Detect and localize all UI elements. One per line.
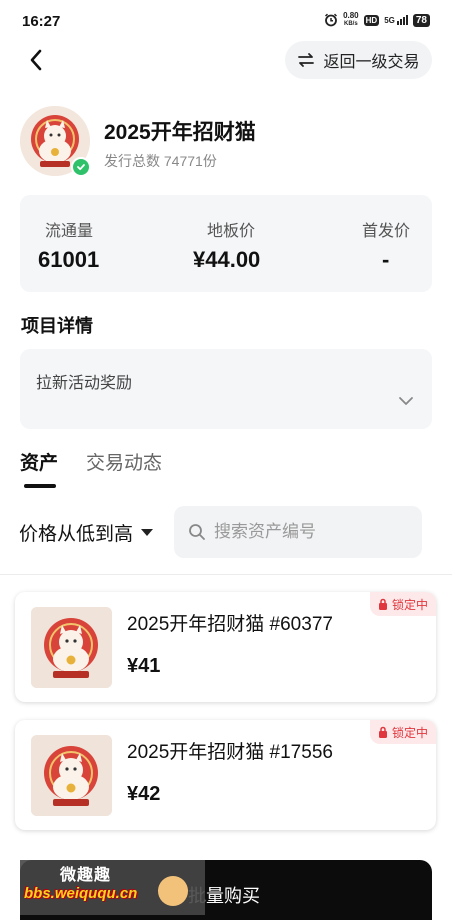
search-icon: [189, 524, 205, 540]
battery-indicator: 78: [412, 13, 430, 27]
sort-label: 价格从低到高: [19, 524, 134, 545]
locked-label: 锁定中: [391, 725, 428, 740]
issue-total: 发行总数 74771份: [104, 153, 217, 169]
collection-avatar: [20, 106, 91, 177]
back-arrow-icon: [30, 49, 42, 71]
lock-icon: [378, 726, 387, 738]
back-button[interactable]: [20, 44, 52, 76]
tab-assets[interactable]: 资产: [20, 448, 58, 475]
stat-label: 地板价: [207, 223, 256, 240]
swap-arrows-icon: [298, 53, 315, 67]
status-time: 16:27: [22, 13, 61, 30]
chevron-down-icon: [399, 397, 413, 405]
return-label: 返回一级交易: [323, 54, 420, 71]
signal-icon: 5G: [384, 15, 408, 25]
return-primary-market-button[interactable]: 返回一级交易: [285, 41, 432, 79]
search-box[interactable]: [174, 506, 422, 558]
locked-label: 锁定中: [391, 597, 428, 612]
signal-label: 5G: [384, 16, 395, 25]
asset-card[interactable]: 2025开年招财猫 #17556 ¥42 锁定中: [15, 720, 436, 830]
tab-trade-activity[interactable]: 交易动态: [86, 448, 162, 475]
lucky-cat-thumbnail: [31, 735, 112, 816]
search-input[interactable]: [214, 522, 404, 542]
sort-caret-icon: [141, 528, 154, 536]
lucky-cat-thumbnail: [31, 607, 112, 688]
asset-price: ¥42: [127, 783, 161, 805]
locked-badge: 锁定中: [369, 720, 436, 744]
stats-card: 流通量 61001 地板价 ¥44.00 首发价 -: [20, 195, 432, 292]
stat-value: -: [382, 247, 390, 272]
project-details-title: 项目详情: [21, 316, 93, 336]
stat-value: ¥44.00: [193, 247, 261, 272]
project-details-text: 拉新活动奖励: [36, 375, 133, 392]
stat-label: 首发价: [362, 223, 411, 240]
watermark-mascot-icon: [158, 876, 188, 906]
status-icons: 0.80 KB/s HD 5G 78: [324, 12, 430, 28]
stat-value: 61001: [38, 247, 100, 272]
asset-card[interactable]: 2025开年招财猫 #60377 ¥41 锁定中: [15, 592, 436, 702]
net-speed: 0.80 KB/s: [343, 11, 359, 28]
sort-dropdown[interactable]: 价格从低到高: [19, 519, 154, 546]
asset-name: 2025开年招财猫 #60377: [127, 614, 333, 635]
stat-label: 流通量: [45, 223, 94, 240]
verified-check-icon: [71, 157, 91, 177]
asset-price: ¥41: [127, 655, 161, 677]
project-details-card[interactable]: 拉新活动奖励: [20, 349, 432, 429]
lock-icon: [378, 598, 387, 610]
watermark-url: bbs.weiququ.cn: [24, 885, 138, 902]
locked-badge: 锁定中: [369, 592, 436, 616]
watermark-title: 微趣趣: [60, 867, 112, 884]
status-bar: 16:27 0.80 KB/s HD 5G 78: [0, 0, 452, 44]
asset-name: 2025开年招财猫 #17556: [127, 742, 333, 763]
alarm-icon: [325, 13, 338, 27]
divider: [0, 574, 452, 575]
hd-badge: HD: [363, 14, 380, 26]
tab-active-indicator: [24, 484, 56, 488]
collection-title: 2025开年招财猫: [104, 121, 256, 144]
